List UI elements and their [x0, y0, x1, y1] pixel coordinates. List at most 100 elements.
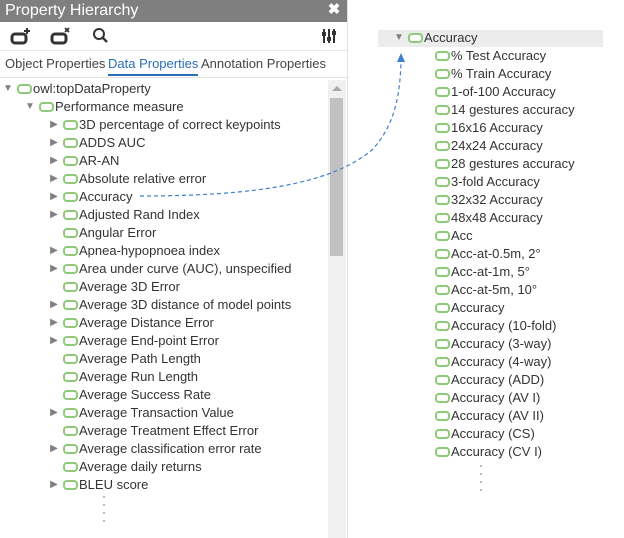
settings-button[interactable] — [320, 26, 338, 46]
child-tree-item[interactable]: Accuracy (CS) — [435, 425, 535, 443]
tree-item[interactable]: Average Path Length — [48, 350, 201, 368]
child-tree-item[interactable]: Acc-at-1m, 5° — [435, 263, 530, 281]
expanded-triangle-icon[interactable]: ▼ — [24, 98, 36, 116]
tree-item[interactable]: ▶ 3D percentage of correct keypoints — [48, 116, 280, 134]
tree-item-label: % Train Accuracy — [451, 66, 552, 81]
tree-item-label: 28 gestures accuracy — [451, 156, 575, 171]
data-property-icon — [63, 336, 78, 346]
tree-item-label: Accuracy (ADD) — [451, 372, 545, 387]
tree-item[interactable]: ▶ Average End-point Error — [48, 332, 219, 350]
child-tree-item[interactable]: 48x48 Accuracy — [435, 209, 543, 227]
tree-item-label: Adjusted Rand Index — [79, 207, 200, 222]
collapsed-triangle-icon[interactable]: ▶ — [48, 332, 60, 350]
tree-item[interactable]: ▶ AR-AN — [48, 152, 119, 170]
collapsed-triangle-icon[interactable]: ▶ — [48, 476, 60, 494]
collapsed-triangle-icon[interactable]: ▶ — [48, 260, 60, 278]
tree-item[interactable]: Average Run Length — [48, 368, 198, 386]
child-tree-item[interactable]: Accuracy (CV I) — [435, 443, 542, 461]
tree-item[interactable]: ▶ ADDS AUC — [48, 134, 145, 152]
delete-property-icon — [50, 27, 70, 45]
tree-item-label: Acc-at-1m, 5° — [451, 264, 530, 279]
tree-item[interactable]: ▶ Accuracy — [48, 188, 132, 206]
child-tree-item[interactable]: 3-fold Accuracy — [435, 173, 540, 191]
data-property-icon — [435, 393, 450, 403]
child-tree-item[interactable]: Accuracy (4-way) — [435, 353, 551, 371]
tree-item[interactable]: ▶ Average Transaction Value — [48, 404, 234, 422]
tree-item-label: Accuracy — [424, 30, 478, 45]
child-tree-item[interactable]: Acc — [435, 227, 473, 245]
tree-item[interactable]: ▶ BLEU score — [48, 476, 148, 494]
tree-item[interactable]: Angular Error — [48, 224, 156, 242]
collapsed-triangle-icon[interactable]: ▶ — [48, 242, 60, 260]
tree-item-label: Accuracy (CV I) — [451, 444, 543, 459]
collapsed-triangle-icon[interactable]: ▶ — [48, 188, 60, 206]
child-tree-item[interactable]: 28 gestures accuracy — [435, 155, 575, 173]
collapsed-triangle-icon[interactable]: ▶ — [48, 296, 60, 314]
collapsed-triangle-icon[interactable]: ▶ — [48, 206, 60, 224]
collapsed-triangle-icon[interactable]: ▶ — [48, 404, 60, 422]
tab-object-properties[interactable]: Object Properties — [5, 56, 105, 71]
child-tree-item[interactable]: Accuracy (3-way) — [435, 335, 551, 353]
tree-item-label: Accuracy — [79, 189, 133, 204]
data-property-icon — [63, 480, 78, 490]
tree-scrollbar[interactable] — [328, 80, 346, 538]
delete-property-button[interactable] — [50, 26, 74, 46]
tree-item[interactable]: Average daily returns — [48, 458, 202, 476]
child-tree-item[interactable]: % Train Accuracy — [435, 65, 551, 83]
expanded-triangle-icon[interactable]: ▼ — [2, 80, 14, 98]
tab-data-properties[interactable]: Data Properties — [108, 56, 199, 76]
tree-item[interactable]: ▼ owl:topDataProperty — [2, 80, 151, 98]
collapsed-triangle-icon[interactable]: ▶ — [48, 440, 60, 458]
tree-item[interactable]: Average Success Rate — [48, 386, 211, 404]
scroll-up-arrow-icon[interactable] — [332, 86, 342, 91]
tree-item[interactable]: ▶ Absolute relative error — [48, 170, 206, 188]
collapsed-triangle-icon[interactable]: ▶ — [48, 116, 60, 134]
tree-item[interactable]: Average 3D Error — [48, 278, 180, 296]
collapsed-triangle-icon[interactable]: ▶ — [48, 152, 60, 170]
add-property-icon — [10, 28, 30, 45]
data-property-icon — [435, 411, 450, 421]
child-tree-item[interactable]: Acc-at-0.5m, 2° — [435, 245, 541, 263]
data-property-icon — [435, 339, 450, 349]
child-tree-item[interactable]: 24x24 Accuracy — [435, 137, 543, 155]
collapsed-triangle-icon[interactable]: ▶ — [48, 314, 60, 332]
collapsed-triangle-icon[interactable]: ▶ — [48, 170, 60, 188]
panel-title: Property Hierarchy — [5, 2, 139, 19]
child-tree-item[interactable]: 16x16 Accuracy — [435, 119, 543, 137]
child-tree-item[interactable]: 1-of-100 Accuracy — [435, 83, 556, 101]
tree-item[interactable]: ▶ Area under curve (AUC), unspecified — [48, 260, 291, 278]
data-property-icon — [17, 84, 32, 94]
tree-item[interactable]: ▶ Adjusted Rand Index — [48, 206, 200, 224]
tree-item[interactable]: ▶ Apnea-hypopnoea index — [48, 242, 220, 260]
tree-item[interactable]: ▶ Average classification error rate — [48, 440, 261, 458]
child-tree-item[interactable]: 32x32 Accuracy — [435, 191, 543, 209]
expanded-triangle-icon[interactable]: ▼ — [393, 29, 405, 47]
sliders-icon — [322, 29, 336, 43]
toolbar — [0, 22, 347, 51]
child-tree-item[interactable]: Acc-at-5m, 10° — [435, 281, 537, 299]
data-property-icon — [435, 429, 450, 439]
data-property-icon — [63, 210, 78, 220]
child-tree-item[interactable]: % Test Accuracy — [435, 47, 546, 65]
search-button[interactable] — [90, 26, 114, 46]
tree-item[interactable]: ▼ Performance measure — [24, 98, 184, 116]
child-tree-item[interactable]: 14 gestures accuracy — [435, 101, 575, 119]
child-tree-item[interactable]: Accuracy (AV I) — [435, 389, 540, 407]
tree-item[interactable]: ▶ Average 3D distance of model points — [48, 296, 291, 314]
collapsed-triangle-icon[interactable]: ▶ — [48, 134, 60, 152]
tab-annotation-properties[interactable]: Annotation Properties — [201, 56, 326, 71]
child-tree-item[interactable]: Accuracy (ADD) — [435, 371, 544, 389]
close-icon[interactable]: ✖ — [327, 1, 341, 19]
property-tree: ▼ owl:topDataProperty ▼ Performance measure… — [0, 80, 328, 538]
data-property-icon — [63, 156, 78, 166]
child-tree-item[interactable]: Accuracy (AV II) — [435, 407, 544, 425]
data-property-icon — [435, 213, 450, 223]
expanded-node-accuracy[interactable]: ▼ Accuracy — [393, 29, 477, 47]
child-tree-item[interactable]: Accuracy — [435, 299, 504, 317]
data-property-icon — [63, 390, 78, 400]
child-tree-item[interactable]: Accuracy (10-fold) — [435, 317, 556, 335]
tree-item[interactable]: ▶ Average Distance Error — [48, 314, 214, 332]
scrollbar-thumb[interactable] — [330, 98, 343, 256]
add-property-button[interactable] — [10, 26, 34, 46]
tree-item[interactable]: Average Treatment Effect Error — [48, 422, 258, 440]
